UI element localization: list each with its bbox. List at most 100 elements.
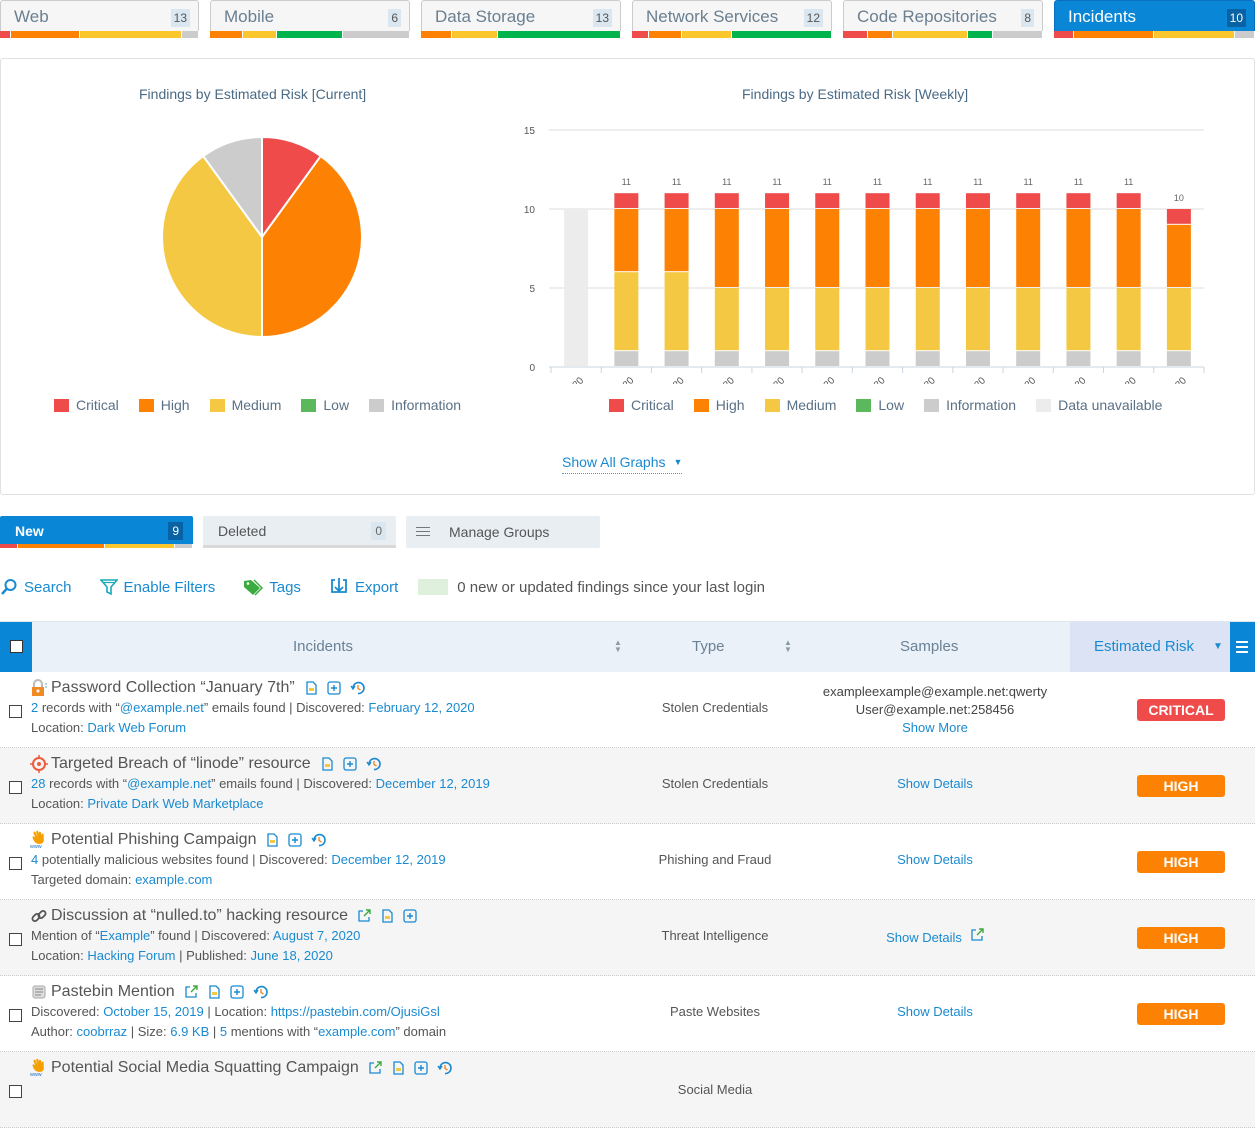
row-checkbox[interactable]: [9, 1009, 22, 1022]
legend-item-medium[interactable]: Medium: [764, 397, 836, 413]
copy-icon[interactable]: [207, 984, 221, 1000]
bar-segment-information[interactable]: [1116, 351, 1141, 366]
show-all-graphs-link[interactable]: Show All Graphs ▼: [562, 454, 683, 474]
detail-link[interactable]: 28: [31, 776, 45, 791]
row-checkbox[interactable]: [9, 857, 22, 870]
detail-link[interactable]: @example.net: [120, 700, 204, 715]
bar-segment-critical[interactable]: [765, 193, 790, 208]
detail-link[interactable]: December 12, 2019: [376, 776, 490, 791]
tab-new[interactable]: New 9: [0, 516, 193, 548]
bar-segment-information[interactable]: [865, 351, 890, 366]
bar-segment-information[interactable]: [815, 351, 840, 366]
bar-segment-high[interactable]: [915, 209, 940, 287]
bar-segment-critical[interactable]: [1016, 193, 1041, 208]
detail-link[interactable]: Dark Web Forum: [87, 720, 186, 735]
history-icon[interactable]: [366, 756, 382, 772]
bar-segment-information[interactable]: [1066, 351, 1091, 366]
category-tab-data-storage[interactable]: Data Storage 13: [421, 0, 621, 38]
bar-segment-medium[interactable]: [865, 288, 890, 351]
category-tab-network-services[interactable]: Network Services 12: [632, 0, 832, 38]
external-link-icon[interactable]: [357, 909, 371, 923]
select-all-checkbox[interactable]: [10, 640, 23, 653]
enable-filters-button[interactable]: Enable Filters: [99, 578, 215, 596]
column-menu-button[interactable]: [1230, 622, 1255, 672]
manage-groups-button[interactable]: Manage Groups: [406, 516, 600, 548]
show-details-link[interactable]: Show Details: [805, 928, 1065, 945]
search-button[interactable]: Search: [0, 578, 72, 596]
bar-segment-medium[interactable]: [965, 288, 990, 351]
category-tab-mobile[interactable]: Mobile 6: [210, 0, 410, 38]
row-checkbox[interactable]: [9, 1085, 22, 1098]
bar-segment-high[interactable]: [965, 209, 990, 287]
external-link-icon[interactable]: [970, 928, 984, 945]
add-icon[interactable]: [229, 985, 244, 999]
incident-title-text[interactable]: Potential Phishing Campaign: [51, 831, 256, 849]
bar-segment-medium[interactable]: [664, 272, 689, 351]
copy-icon[interactable]: [391, 1060, 405, 1076]
add-icon[interactable]: [414, 1061, 428, 1075]
bar-segment-high[interactable]: [865, 209, 890, 287]
bar-segment-critical[interactable]: [664, 193, 689, 208]
bar-segment-critical[interactable]: [865, 193, 890, 208]
incident-title[interactable]: www Potential Social Media Squatting Camp…: [30, 1058, 453, 1078]
category-tab-web[interactable]: Web 13: [0, 0, 199, 38]
history-icon[interactable]: [437, 1060, 453, 1076]
external-link-icon[interactable]: [368, 1061, 382, 1075]
tags-button[interactable]: Tags: [243, 578, 301, 596]
bar-segment-information[interactable]: [1166, 351, 1191, 366]
incident-title-text[interactable]: Pastebin Mention: [51, 983, 175, 1001]
detail-link[interactable]: June 18, 2020: [250, 948, 332, 963]
incident-title[interactable]: Password Collection “January 7th”: [30, 679, 366, 697]
bar-segment-high[interactable]: [1016, 209, 1041, 287]
detail-link[interactable]: February 12, 2020: [368, 700, 474, 715]
legend-item-information[interactable]: Information: [924, 397, 1016, 413]
bar-segment-medium[interactable]: [614, 272, 639, 351]
bar-segment-critical[interactable]: [714, 193, 739, 208]
detail-link[interactable]: @example.net: [127, 776, 211, 791]
history-icon[interactable]: [311, 832, 327, 848]
bar-segment-critical[interactable]: [1116, 193, 1141, 208]
table-row[interactable]: www Potential Phishing Campaign 4 potentia…: [0, 824, 1255, 900]
sort-icon[interactable]: ▲ ▼: [784, 639, 792, 654]
bar-segment-medium[interactable]: [714, 288, 739, 351]
export-button[interactable]: Export: [329, 577, 398, 597]
copy-icon[interactable]: [265, 832, 279, 848]
sort-desc-icon[interactable]: ▼: [1213, 641, 1223, 652]
detail-link[interactable]: 6.9 KB: [170, 1024, 209, 1039]
bar-segment-critical[interactable]: [1066, 193, 1091, 208]
bar-segment-high[interactable]: [714, 209, 739, 287]
bar-segment-critical[interactable]: [915, 193, 940, 208]
legend-item-high[interactable]: High: [138, 397, 190, 413]
copy-icon[interactable]: [320, 756, 334, 772]
bar-segment-information[interactable]: [765, 351, 790, 366]
bar-segment-critical[interactable]: [965, 193, 990, 208]
bar-segment-data-unavailable[interactable]: [564, 209, 589, 366]
sort-icon[interactable]: ▲ ▼: [614, 639, 622, 654]
incident-title[interactable]: Pastebin Mention: [30, 983, 269, 1001]
bar-segment-high[interactable]: [614, 209, 639, 272]
table-row[interactable]: Targeted Breach of “linode” resource 28 r…: [0, 748, 1255, 824]
detail-link[interactable]: example.com: [318, 1024, 395, 1039]
add-icon[interactable]: [403, 909, 417, 923]
detail-link[interactable]: coobrraz: [77, 1024, 128, 1039]
category-tab-incidents[interactable]: Incidents 10: [1054, 0, 1255, 38]
bar-segment-high[interactable]: [815, 209, 840, 287]
column-header-risk-cell[interactable]: Estimated Risk ▼: [1070, 622, 1230, 672]
bar-segment-medium[interactable]: [1066, 288, 1091, 351]
external-link-icon[interactable]: [184, 985, 198, 999]
legend-item-low[interactable]: Low: [301, 397, 349, 413]
bar-segment-information[interactable]: [965, 351, 990, 366]
copy-icon[interactable]: [380, 908, 394, 924]
table-row[interactable]: Password Collection “January 7th” 2 recor…: [0, 672, 1255, 748]
bar-segment-medium[interactable]: [1166, 288, 1191, 351]
legend-item-data-unavailable[interactable]: Data unavailable: [1036, 397, 1162, 413]
legend-item-low[interactable]: Low: [856, 397, 904, 413]
bar-segment-information[interactable]: [614, 351, 639, 366]
history-icon[interactable]: [253, 984, 269, 1000]
detail-link[interactable]: https://pastebin.com/OjusiGsl: [271, 1004, 440, 1019]
bar-segment-high[interactable]: [1066, 209, 1091, 287]
table-row[interactable]: Discussion at “nulled.to” hacking resour…: [0, 900, 1255, 976]
show-details-link[interactable]: Show Details: [805, 776, 1065, 791]
detail-link[interactable]: example.com: [135, 872, 212, 887]
history-icon[interactable]: [350, 680, 366, 696]
